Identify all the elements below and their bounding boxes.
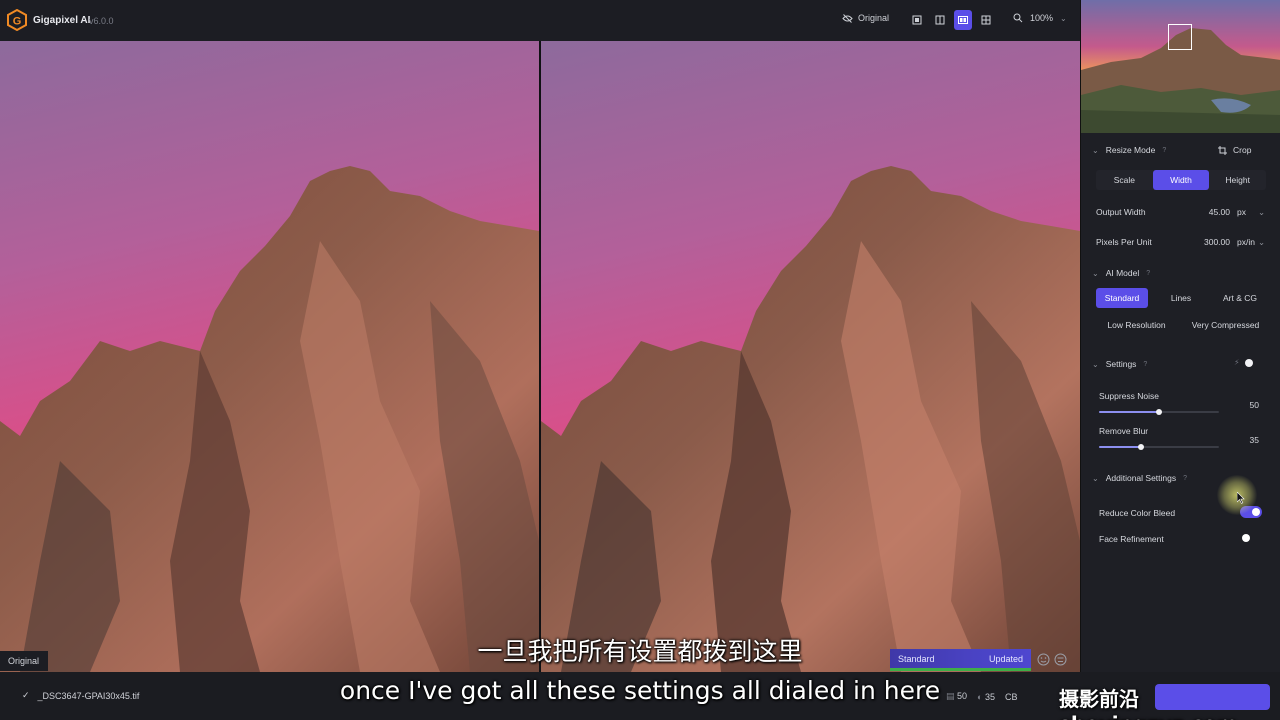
output-width-label: Output Width	[1096, 207, 1146, 217]
model-standard-button[interactable]: Standard	[1096, 288, 1148, 308]
ai-model-header[interactable]: ⌄ AI Model ?	[1092, 268, 1150, 278]
help-icon[interactable]: ?	[1143, 361, 1147, 368]
side-by-side-view-button[interactable]	[954, 10, 972, 30]
auto-settings-icon[interactable]: ⚡	[1234, 358, 1240, 367]
suppress-noise-slider[interactable]	[1099, 409, 1219, 415]
scale-option[interactable]: Scale	[1096, 170, 1153, 190]
output-width-input[interactable]: 45.00	[1192, 207, 1230, 217]
chevron-down-icon: ⌄	[1060, 13, 1067, 23]
chevron-down-icon: ⌄	[1092, 268, 1099, 278]
zoom-control[interactable]: 100% ⌄	[1013, 13, 1067, 23]
crop-button[interactable]: Crop	[1218, 145, 1251, 155]
chevron-down-icon: ⌄	[1092, 359, 1099, 369]
height-option[interactable]: Height	[1209, 170, 1266, 190]
app-version: v6.0.0	[89, 16, 114, 26]
output-width-unit[interactable]: px	[1237, 207, 1246, 217]
chevron-down-icon[interactable]: ⌄	[1258, 207, 1265, 218]
side-by-side-icon	[958, 16, 968, 24]
show-original-toggle[interactable]: Original	[842, 13, 889, 23]
watermark: 摄影前沿 sheyingzyz.com	[1059, 687, 1238, 720]
resize-mode-title: Resize Mode	[1105, 145, 1156, 155]
app-name: Gigapixel AI	[33, 15, 91, 26]
split-view-button[interactable]	[931, 10, 949, 30]
face-refinement-label: Face Refinement	[1099, 534, 1164, 544]
model-lines-button[interactable]: Lines	[1154, 288, 1208, 308]
model-low-resolution-button[interactable]: Low Resolution	[1096, 315, 1177, 335]
suppress-noise-fill	[1099, 411, 1159, 413]
remove-blur-slider[interactable]	[1099, 444, 1219, 450]
reduce-color-bleed-label: Reduce Color Bleed	[1099, 508, 1176, 518]
eye-off-icon	[842, 13, 853, 23]
mouse-cursor-icon	[1237, 492, 1245, 504]
grid-view-icon	[981, 15, 991, 25]
pixels-per-unit-row: Pixels Per Unit 300.00 px/in ⌄	[1096, 234, 1266, 250]
remove-blur-value[interactable]: 35	[1231, 435, 1259, 445]
pixels-per-unit-label: Pixels Per Unit	[1096, 237, 1152, 247]
remove-blur-handle[interactable]	[1138, 444, 1144, 450]
help-icon[interactable]: ?	[1183, 475, 1187, 482]
original-preview-pane[interactable]	[0, 41, 539, 672]
settings-title: Settings	[1105, 359, 1137, 369]
enhanced-rock-image	[541, 41, 1080, 672]
zoom-level: 100%	[1030, 13, 1054, 23]
help-icon[interactable]: ?	[1162, 147, 1166, 154]
chevron-down-icon: ⌄	[1092, 473, 1099, 483]
model-very-compressed-button[interactable]: Very Compressed	[1185, 315, 1266, 335]
split-view-icon	[935, 15, 945, 25]
svg-text:G: G	[13, 16, 22, 28]
zoom-icon	[1013, 13, 1023, 23]
pixels-per-unit-input[interactable]: 300.00	[1192, 237, 1230, 247]
suppress-noise-value[interactable]: 50	[1231, 400, 1259, 410]
gigapixel-logo-icon: G	[7, 9, 27, 31]
help-icon[interactable]: ?	[1146, 270, 1150, 277]
resize-mode-header[interactable]: ⌄ Resize Mode ?	[1092, 145, 1166, 155]
crop-icon	[1218, 145, 1227, 155]
settings-auto-dot[interactable]	[1245, 359, 1253, 367]
width-option[interactable]: Width	[1152, 170, 1210, 190]
chevron-down-icon[interactable]: ⌄	[1258, 237, 1265, 248]
additional-settings-header[interactable]: ⌄ Additional Settings ?	[1092, 473, 1187, 483]
enhanced-preview-pane[interactable]	[541, 41, 1080, 672]
settings-header[interactable]: ⌄ Settings ?	[1092, 359, 1147, 369]
suppress-noise-label: Suppress Noise	[1099, 391, 1160, 401]
remove-blur-label: Remove Blur	[1099, 426, 1149, 436]
pixels-per-unit-unit[interactable]: px/in	[1237, 237, 1255, 247]
ai-model-title: AI Model	[1105, 268, 1140, 278]
remove-blur-fill	[1099, 446, 1141, 448]
settings-panel: ⌄ Resize Mode ? Crop Scale Width Height …	[1080, 0, 1280, 672]
viewport-indicator[interactable]	[1168, 24, 1192, 50]
view-mode-group	[908, 10, 995, 30]
original-label: Original	[858, 13, 890, 23]
face-refinement-toggle[interactable]	[1240, 532, 1262, 544]
grid-view-button[interactable]	[977, 10, 995, 30]
resize-mode-selector: Scale Width Height	[1096, 170, 1266, 190]
single-view-icon	[912, 15, 922, 25]
chinese-subtitle: 一旦我把所有设置都拨到这里	[477, 637, 803, 666]
additional-settings-title: Additional Settings	[1105, 473, 1177, 483]
crop-label: Crop	[1233, 145, 1252, 155]
output-width-row: Output Width 45.00 px ⌄	[1096, 204, 1266, 220]
chevron-down-icon: ⌄	[1092, 145, 1099, 155]
single-view-button[interactable]	[908, 10, 926, 30]
navigator-image	[1081, 0, 1280, 133]
model-art-cg-button[interactable]: Art & CG	[1215, 288, 1265, 308]
top-toolbar: G Gigapixel AI v6.0.0 Original 100% ⌄	[0, 0, 1080, 41]
navigator-thumbnail[interactable]	[1081, 0, 1280, 133]
original-rock-image	[0, 41, 539, 672]
suppress-noise-handle[interactable]	[1156, 409, 1162, 415]
